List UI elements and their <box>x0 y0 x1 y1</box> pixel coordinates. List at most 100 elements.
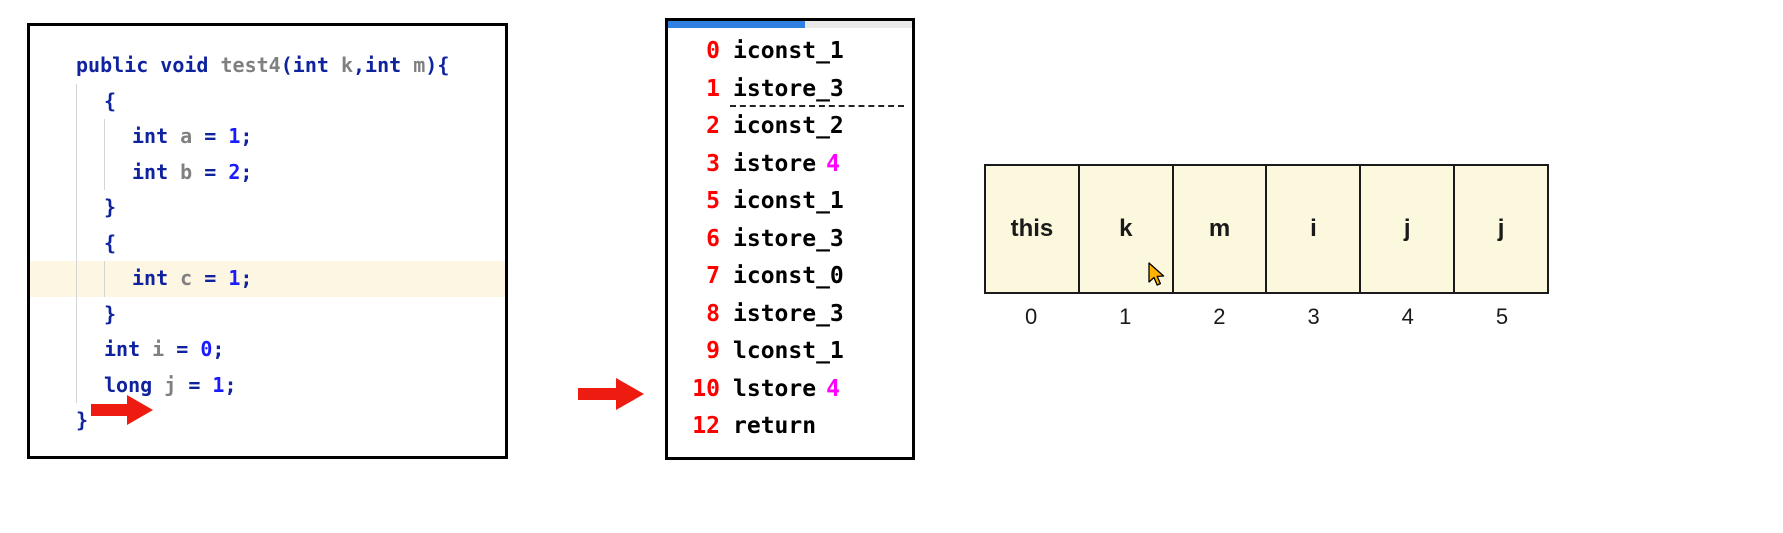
code-line-text: { <box>104 231 116 255</box>
bytecode-instruction-row[interactable]: 10 lstore 4 <box>668 371 912 409</box>
bytecode-opcode: iconst_2 <box>733 113 844 139</box>
bytecode-offset: 1 <box>706 75 720 102</box>
code-token: ; <box>240 266 253 290</box>
indent-guide <box>104 119 105 155</box>
bytecode-instruction-row[interactable]: 9 lconst_1 <box>668 333 912 371</box>
bytecode-operand: 4 <box>826 375 840 402</box>
code-token: ; <box>212 337 225 361</box>
code-line-text: int b = 2; <box>132 160 252 184</box>
local-variable-slot-index: 3 <box>1307 304 1320 329</box>
code-token: 1 <box>212 372 225 397</box>
bytecode-offset: 9 <box>706 338 720 364</box>
code-line-text: long j = 1; <box>104 373 237 397</box>
code-token: 1 <box>228 266 241 290</box>
code-token: } <box>76 408 89 432</box>
bytecode-offset: 6 <box>706 225 720 252</box>
code-line-text: } <box>76 408 88 432</box>
local-variable-slot-index: 2 <box>1213 304 1226 329</box>
code-token: c <box>180 266 193 290</box>
code-token: k <box>340 53 353 77</box>
code-token: void <box>160 53 209 77</box>
bytecode-instruction-row[interactable]: 0 iconst_1 <box>668 33 912 71</box>
code-token: j <box>164 372 177 397</box>
code-line[interactable]: { <box>30 225 505 261</box>
local-variable-slot[interactable]: j <box>1361 166 1456 292</box>
code-token: } <box>104 301 117 326</box>
code-token: ( <box>280 53 293 77</box>
local-variable-slot-label: j <box>1403 215 1411 242</box>
code-token: b <box>180 159 193 184</box>
bytecode-instruction-list: 0 iconst_1 1 istore_3 2 iconst_2 3 istore 4 5 icon… <box>668 33 912 446</box>
local-variable-slot-index: 1 <box>1119 304 1132 329</box>
bytecode-instruction-row[interactable]: 12 return <box>668 408 912 446</box>
code-token: { <box>437 53 450 77</box>
code-line-text: int c = 1; <box>132 266 252 290</box>
local-variable-slot[interactable]: this <box>986 166 1080 292</box>
code-line[interactable]: public void test4(int k,int m){ <box>30 48 505 84</box>
code-token: int <box>104 337 141 361</box>
bytecode-panel[interactable]: 0 iconst_1 1 istore_3 2 iconst_2 3 istore 4 5 icon… <box>665 18 915 460</box>
local-variable-slot[interactable]: i <box>1267 166 1362 292</box>
code-line[interactable]: { <box>30 83 505 119</box>
local-variable-slot-label: i <box>1310 215 1317 242</box>
code-token: test4 <box>220 53 281 77</box>
bytecode-instruction-row[interactable]: 5 iconst_1 <box>668 183 912 221</box>
bytecode-instruction-row[interactable]: 8 istore_3 <box>668 296 912 334</box>
local-variable-slot-label: m <box>1208 215 1231 242</box>
code-token: i <box>152 337 165 361</box>
code-token: 1 <box>228 124 241 148</box>
bytecode-instruction-row[interactable]: 6 istore_3 <box>668 221 912 259</box>
bytecode-instruction-row[interactable]: 1 istore_3 <box>668 71 912 109</box>
code-token: 2 <box>228 159 241 184</box>
indent-guide <box>76 261 77 297</box>
local-variable-slot[interactable]: k <box>1079 166 1174 292</box>
code-token: ; <box>240 159 253 184</box>
code-token: int <box>132 266 169 290</box>
bytecode-opcode: iconst_1 <box>733 188 844 214</box>
code-token: ) <box>425 53 438 77</box>
code-token: { <box>104 230 117 255</box>
code-line[interactable]: } <box>30 296 505 332</box>
code-token: { <box>104 88 117 113</box>
bytecode-instruction-row[interactable]: 2 iconst_2 <box>668 108 912 146</box>
code-line[interactable]: int a = 1; <box>30 119 505 155</box>
bytecode-instruction-row[interactable]: 7 iconst_0 <box>668 258 912 296</box>
code-line[interactable]: } <box>30 190 505 226</box>
indent-guide <box>76 296 77 332</box>
bytecode-offset: 0 <box>706 38 720 64</box>
code-token: int <box>292 53 329 77</box>
indent-guide <box>76 154 77 190</box>
java-source-panel[interactable]: public void test4(int k,int m){{int a = … <box>27 23 508 459</box>
bytecode-opcode: return <box>733 413 817 439</box>
indent-guide <box>104 261 105 297</box>
local-variable-slot[interactable]: m <box>1173 166 1268 292</box>
local-variable-slot[interactable]: j <box>1455 166 1547 292</box>
indent-guide <box>76 119 77 155</box>
bytecode-offset: 7 <box>706 263 720 289</box>
bytecode-instruction-row[interactable]: 3 istore 4 <box>668 146 912 184</box>
code-line[interactable]: int i = 0; <box>30 332 505 368</box>
code-token: = <box>204 266 217 290</box>
local-variable-slot-index: 5 <box>1495 304 1509 329</box>
code-token: long <box>104 372 153 397</box>
code-line[interactable]: int c = 1; <box>30 261 505 297</box>
horizontal-scrollbar[interactable] <box>668 21 912 28</box>
scrollbar-thumb[interactable] <box>668 21 805 28</box>
code-token: = <box>188 372 201 397</box>
bytecode-opcode: lconst_1 <box>733 338 844 364</box>
local-variable-table-area: this k m i j j 0 1 2 3 4 5 <box>984 164 1549 344</box>
code-token: = <box>204 159 217 184</box>
bytecode-offset: 10 <box>692 375 720 402</box>
local-variable-table[interactable]: this k m i j j <box>984 164 1549 294</box>
code-line[interactable]: int b = 2; <box>30 154 505 190</box>
code-token: = <box>204 124 217 148</box>
